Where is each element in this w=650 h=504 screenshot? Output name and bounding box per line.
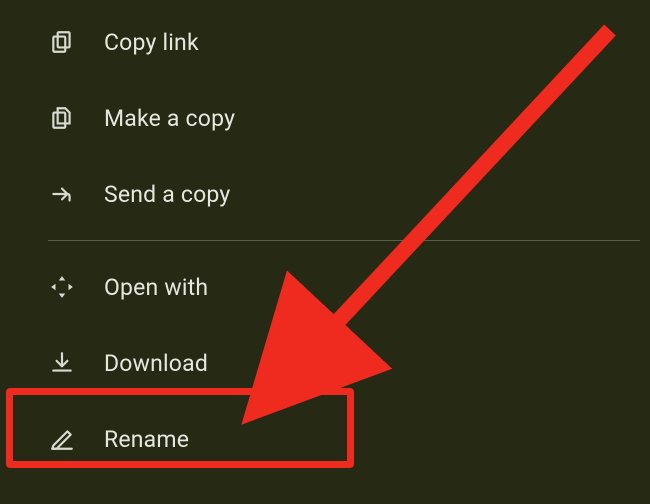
send-copy-icon [48,180,76,208]
open-with-icon [48,273,76,301]
rename-icon [48,425,76,453]
menu-label: Send a copy [104,181,230,208]
menu-label: Copy link [104,29,199,56]
menu-label: Download [104,350,208,377]
menu-item-make-copy[interactable]: Make a copy [0,80,650,156]
menu-label: Open with [104,274,208,301]
menu-item-download[interactable]: Download [0,325,650,401]
make-copy-icon [48,104,76,132]
menu-item-send-copy[interactable]: Send a copy [0,156,650,232]
menu-divider [48,240,640,241]
menu-label: Rename [104,426,189,453]
download-icon [48,349,76,377]
menu-item-open-with[interactable]: Open with [0,249,650,325]
menu-item-rename[interactable]: Rename [0,401,650,477]
context-menu: Copy link Make a copy Send a copy [0,0,650,477]
menu-label: Make a copy [104,105,235,132]
copy-link-icon [48,28,76,56]
menu-item-copy-link[interactable]: Copy link [0,4,650,80]
